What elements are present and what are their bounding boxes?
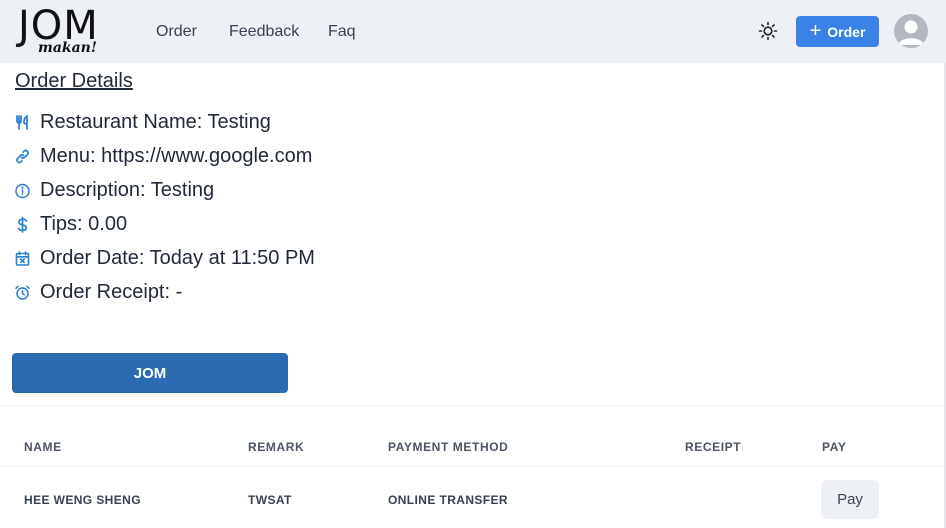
navbar: JOM makan! Order Feedback Faq + Order bbox=[0, 0, 946, 63]
logo-sub-text: makan! bbox=[38, 40, 97, 56]
detail-text: Menu: https://www.google.com bbox=[40, 144, 313, 167]
user-avatar-icon[interactable] bbox=[894, 14, 928, 48]
nav-link-feedback[interactable]: Feedback bbox=[229, 22, 299, 42]
sun-icon[interactable] bbox=[757, 20, 779, 42]
nav-link-order[interactable]: Order bbox=[156, 22, 197, 42]
column-header-receipt[interactable]: RECEIPT bbox=[685, 440, 741, 454]
detail-text: Restaurant Name: Testing bbox=[40, 110, 271, 133]
detail-menu: Menu: https://www.google.com bbox=[14, 144, 312, 168]
plus-icon: + bbox=[809, 19, 822, 42]
detail-description: Description: Testing bbox=[14, 178, 214, 202]
jom-button[interactable]: JOM bbox=[12, 353, 288, 393]
column-header-payment-method[interactable]: PAYMENT METHOD bbox=[388, 440, 508, 454]
cell-payment-method: ONLINE TRANSFER bbox=[388, 493, 508, 507]
detail-text: Order Receipt: - bbox=[40, 280, 183, 303]
nav-link-faq[interactable]: Faq bbox=[328, 22, 356, 42]
add-order-button[interactable]: + Order bbox=[796, 16, 879, 47]
detail-order-date: Order Date: Today at 11:50 PM bbox=[14, 246, 315, 270]
detail-restaurant-name: Restaurant Name: Testing bbox=[14, 110, 271, 134]
alarm-clock-icon bbox=[15, 285, 30, 300]
info-icon bbox=[15, 183, 30, 198]
calendar-icon bbox=[15, 250, 30, 266]
cell-name: HEE WENG SHENG bbox=[24, 493, 141, 507]
column-header-pay[interactable]: PAY bbox=[822, 440, 846, 454]
table-row-divider bbox=[0, 466, 944, 467]
column-header-remark[interactable]: REMARK bbox=[248, 440, 304, 454]
column-header-name[interactable]: NAME bbox=[24, 440, 62, 454]
order-details-title: Order Details bbox=[15, 70, 133, 92]
detail-text: Order Date: Today at 11:50 PM bbox=[40, 246, 315, 269]
dollar-icon bbox=[17, 216, 28, 233]
section-divider bbox=[0, 405, 944, 406]
link-icon bbox=[16, 149, 29, 163]
detail-text: Description: Testing bbox=[40, 178, 215, 201]
detail-order-receipt: Order Receipt: - bbox=[14, 280, 182, 304]
add-order-label: Order bbox=[827, 23, 866, 40]
detail-text: Tips: 0.00 bbox=[40, 212, 128, 235]
fork-knife-icon bbox=[16, 114, 28, 130]
detail-tips: Tips: 0.00 bbox=[14, 212, 127, 236]
pay-button[interactable]: Pay bbox=[821, 480, 879, 519]
jom-makan-logo[interactable]: JOM makan! bbox=[14, 2, 118, 60]
cell-remark: TWSAT bbox=[248, 493, 292, 507]
